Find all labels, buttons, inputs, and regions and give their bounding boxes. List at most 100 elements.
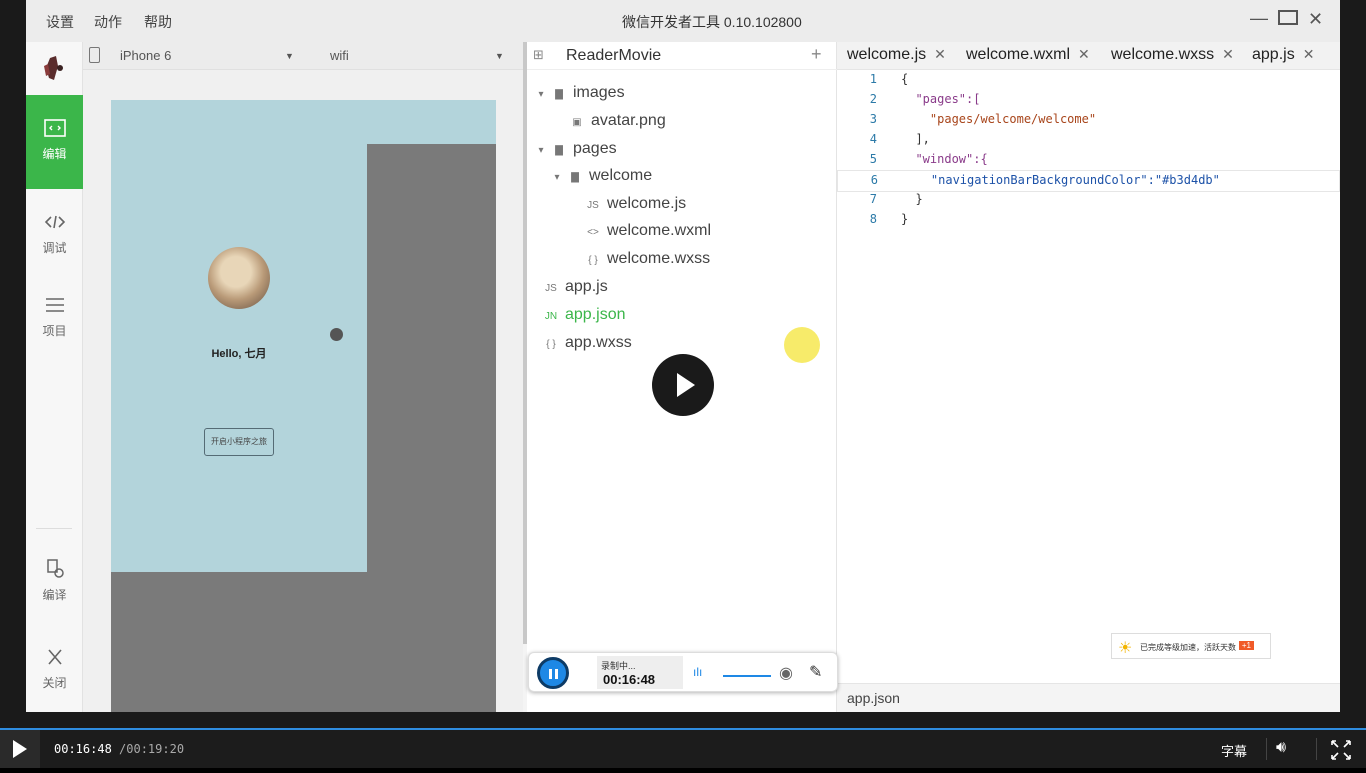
tree-folder-welcome[interactable]: ▾ ▇ welcome <box>553 167 652 185</box>
network-dropdown-icon[interactable]: ▼ <box>495 51 504 61</box>
tree-file-welcome-wxss[interactable]: { } welcome.wxss <box>585 250 710 268</box>
nav-project[interactable]: 项目 <box>26 272 83 366</box>
play-icon <box>13 740 27 758</box>
start-journey-button[interactable]: 开启小程序之旅 <box>204 428 274 456</box>
close-tab-icon[interactable]: ✕ <box>1078 46 1090 62</box>
add-file-icon[interactable]: + <box>811 44 822 65</box>
nav-edit[interactable]: 编辑 <box>26 95 83 189</box>
line-number: 4 <box>869 132 877 146</box>
tree-file-avatar[interactable]: ▣ avatar.png <box>569 112 665 130</box>
tree-label: welcome <box>589 167 653 184</box>
nav-compile-label: 编译 <box>42 588 67 602</box>
phone-icon <box>89 47 100 63</box>
nav-close-label: 关闭 <box>42 676 67 690</box>
video-player-bar: 00:16:48 /00:19:20 字幕 🔊︎ <box>0 728 1366 768</box>
tree-label: images <box>573 84 625 101</box>
line-text: ], <box>901 132 930 146</box>
tree-file-app-wxss[interactable]: { } app.wxss <box>543 334 632 352</box>
tree-folder-pages[interactable]: ▾ ▇ pages <box>537 140 616 158</box>
left-nav: 编辑 调试 项目 编译 关闭 <box>26 42 83 712</box>
device-toolbar: iPhone 6 ▼ wifi ▼ <box>83 42 523 70</box>
tab-label: app.js <box>1252 46 1295 63</box>
nav-compile[interactable]: 编译 <box>26 536 83 630</box>
welcome-greeting: Hello, 七月 <box>211 348 267 360</box>
nav-close[interactable]: 关闭 <box>26 624 83 712</box>
tree-folder-images[interactable]: ▾ ▇ images <box>537 84 625 102</box>
notification-toast: ☀ 已完成等级加速，活跃天数 +1 <box>1111 633 1271 659</box>
close-window-icon[interactable]: ✕ <box>1308 9 1323 30</box>
tree-label: welcome.wxml <box>607 222 712 239</box>
volume-icon[interactable]: 🔊︎ <box>1276 739 1286 757</box>
list-icon <box>45 298 64 312</box>
tree-file-app-js[interactable]: JS app.js <box>543 278 608 296</box>
title-bar: 设置 动作 帮助 微信开发者工具 0.10.102800 — ✕ <box>26 0 1340 42</box>
code-line-current: 6 "navigationBarBackgroundColor":"#b3d4d… <box>837 170 1340 192</box>
code-line: 1{ <box>837 72 1340 92</box>
divider <box>1266 738 1267 760</box>
phone-simulator: Hello, 七月 开启小程序之旅 <box>111 100 496 712</box>
menu-actions[interactable]: 动作 <box>94 12 122 32</box>
volume-slider[interactable] <box>723 675 771 677</box>
maximize-icon[interactable] <box>1278 10 1298 25</box>
close-tab-icon[interactable]: ✕ <box>1303 46 1315 62</box>
toast-text: 已完成等级加速，活跃天数 <box>1140 643 1236 652</box>
network-select[interactable]: wifi <box>330 48 349 63</box>
sun-icon: ☀ <box>1118 640 1133 657</box>
nav-divider <box>36 528 72 529</box>
device-select[interactable]: iPhone 6 <box>120 48 171 63</box>
tab-welcome-wxss[interactable]: welcome.wxss ✕ <box>1111 46 1234 64</box>
device-dropdown-icon[interactable]: ▼ <box>285 51 294 61</box>
tree-file-app-json[interactable]: JN app.json <box>543 306 626 324</box>
tree-label: app.json <box>565 306 626 323</box>
minimize-icon[interactable]: — <box>1250 8 1268 29</box>
tab-label: welcome.js <box>847 46 927 63</box>
play-icon <box>677 373 695 397</box>
recording-time: 00:16:48 <box>603 672 656 687</box>
divider <box>1316 738 1317 760</box>
player-play-button[interactable] <box>0 730 40 768</box>
code-line: 8} <box>837 212 1340 232</box>
tree-label: app.js <box>565 278 608 295</box>
line-text: "navigationBarBackgroundColor":"#b3d4db" <box>902 173 1220 187</box>
code-line: 3 "pages/welcome/welcome" <box>837 112 1340 132</box>
tab-app-js[interactable]: app.js ✕ <box>1252 46 1314 64</box>
center-play-button[interactable] <box>652 354 714 416</box>
line-number: 8 <box>869 212 877 226</box>
close-tab-icon[interactable]: ✕ <box>934 46 946 62</box>
current-time: 00:16:48 <box>54 742 112 756</box>
line-text: } <box>901 192 923 206</box>
tree-label: welcome.js <box>607 195 687 212</box>
editor-tabs: welcome.js ✕ welcome.wxml ✕ welcome.wxss ✕ … <box>837 42 1340 70</box>
close-tab-icon[interactable]: ✕ <box>1222 46 1234 62</box>
line-number: 5 <box>869 152 877 166</box>
webcam-icon[interactable]: ◉ <box>779 663 793 683</box>
line-text: "window":{ <box>901 152 988 166</box>
line-number: 6 <box>870 173 878 187</box>
phone-navigation-bar <box>111 100 496 144</box>
screen-recorder-widget: 录制中... 00:16:48 ılı ◉ ✎ <box>528 652 838 692</box>
subtitle-button[interactable]: 字幕 <box>1221 741 1247 760</box>
phone-page: Hello, 七月 开启小程序之旅 <box>111 144 367 572</box>
cursor-dot <box>330 328 343 341</box>
user-avatar[interactable] <box>38 52 68 84</box>
tab-welcome-wxml[interactable]: welcome.wxml ✕ <box>966 46 1090 64</box>
json-file-icon: JN <box>544 311 558 322</box>
welcome-avatar <box>208 247 270 309</box>
line-text: } <box>901 212 909 226</box>
menu-help[interactable]: 帮助 <box>144 12 172 32</box>
pen-icon[interactable]: ✎ <box>809 662 822 682</box>
code-line: 5 "window":{ <box>837 152 1340 172</box>
compile-icon <box>46 559 64 578</box>
tree-file-welcome-wxml[interactable]: <> welcome.wxml <box>585 222 711 240</box>
status-file-name: app.json <box>847 690 900 706</box>
code-line: 2 "pages":[ <box>837 92 1340 112</box>
js-file-icon: JS <box>545 283 557 294</box>
tree-file-welcome-js[interactable]: JS welcome.js <box>585 195 686 213</box>
pause-recording-button[interactable] <box>537 657 569 689</box>
nav-debug-label: 调试 <box>42 241 67 255</box>
fullscreen-icon[interactable] <box>1331 740 1351 760</box>
tab-welcome-js[interactable]: welcome.js ✕ <box>847 46 946 64</box>
nav-debug[interactable]: 调试 <box>26 189 83 283</box>
menu-settings[interactable]: 设置 <box>46 12 74 32</box>
tree-label: app.wxss <box>565 334 632 351</box>
